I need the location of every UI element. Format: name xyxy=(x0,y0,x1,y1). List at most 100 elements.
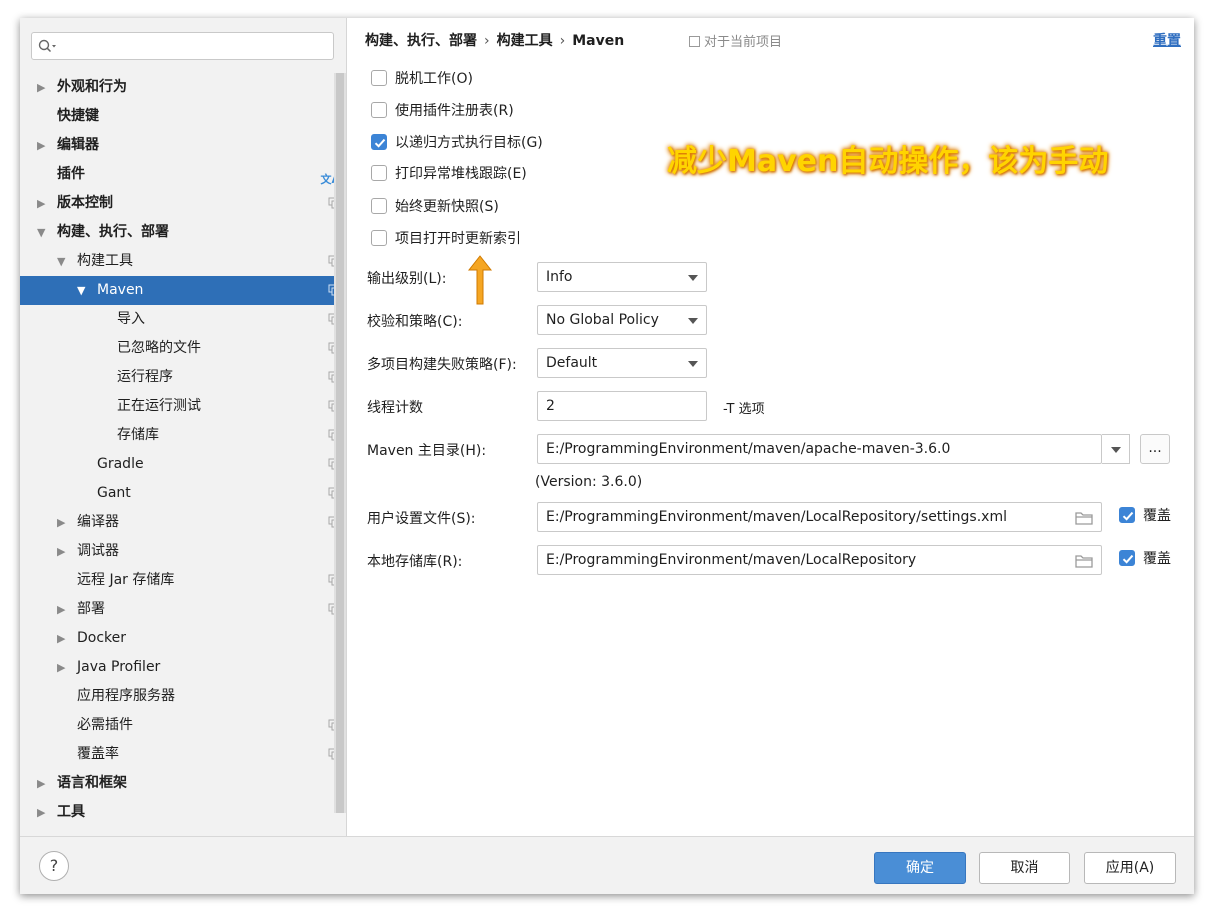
always-update-option[interactable]: 始终更新快照(S) xyxy=(371,196,499,218)
sidebar-item[interactable]: 覆盖率 xyxy=(20,740,340,769)
checksum-policy-select[interactable]: No Global Policy xyxy=(537,305,707,335)
recursive-option[interactable]: 以递归方式执行目标(G) xyxy=(371,132,543,154)
sidebar-item[interactable]: ▶ 外观和行为 xyxy=(20,73,334,102)
local-repo-override-label: 覆盖 xyxy=(1143,551,1171,567)
apply-button[interactable]: 应用(A) xyxy=(1084,852,1176,884)
sidebar-item[interactable]: 运行程序 xyxy=(20,363,340,392)
sidebar-item[interactable]: 已忽略的文件 xyxy=(20,334,340,363)
sidebar-item[interactable]: 快捷键 xyxy=(20,102,334,131)
search-input[interactable] xyxy=(62,36,331,58)
settings-override-option[interactable]: 覆盖 xyxy=(1119,505,1171,527)
thread-count-suffix: -T 选项 xyxy=(723,402,765,417)
local-repo-input[interactable]: E:/ProgrammingEnvironment/maven/LocalRep… xyxy=(537,545,1102,575)
stack-trace-option[interactable]: 打印异常堆栈跟踪(E) xyxy=(371,163,527,185)
offline-option[interactable]: 脱机工作(O) xyxy=(371,68,473,90)
sidebar-item[interactable]: ▶ 编译器 xyxy=(20,508,340,537)
chevron-right-icon[interactable]: ▶ xyxy=(37,189,49,218)
sidebar-item[interactable]: ▶ Java Profiler xyxy=(20,653,334,682)
copy-icon xyxy=(689,36,700,47)
recursive-checkbox[interactable] xyxy=(371,134,387,150)
chevron-right-icon[interactable]: ▶ xyxy=(57,595,69,624)
sidebar-item[interactable]: ▶ Docker xyxy=(20,624,334,653)
scrollbar-thumb[interactable] xyxy=(336,73,344,813)
sidebar-item[interactable]: ▶ 工具 xyxy=(20,798,334,827)
sidebar-item[interactable]: ▶ 部署 xyxy=(20,595,340,624)
project-scope-label: 对于当前项目 xyxy=(704,35,783,50)
sidebar-item-label: Docker xyxy=(77,630,127,646)
sidebar-item[interactable]: ▼ 构建、执行、部署 xyxy=(20,218,334,247)
ok-button[interactable]: 确定 xyxy=(874,852,966,884)
sidebar-item[interactable]: ▼ Maven xyxy=(20,276,340,305)
sidebar-item-label: Java Profiler xyxy=(77,659,161,675)
settings-override-checkbox[interactable] xyxy=(1119,507,1135,523)
sidebar-item-label: 编译器 xyxy=(77,514,119,530)
local-repo-override-checkbox[interactable] xyxy=(1119,550,1135,566)
sidebar-item[interactable]: ▶ 语言和框架 xyxy=(20,769,334,798)
maven-home-browse-button[interactable]: ... xyxy=(1140,434,1170,464)
sidebar-item[interactable]: 存储库 xyxy=(20,421,340,450)
chevron-down-icon[interactable]: ▼ xyxy=(77,276,89,305)
output-level-value: Info xyxy=(546,269,573,285)
check-icon xyxy=(374,138,386,148)
sidebar-item[interactable]: ▼ 构建工具 xyxy=(20,247,340,276)
sidebar-item[interactable]: 插件 文A xyxy=(20,160,340,189)
sidebar-item[interactable]: Gradle xyxy=(20,450,340,479)
chevron-right-icon[interactable]: ▶ xyxy=(57,653,69,682)
check-icon xyxy=(1122,554,1134,564)
output-level-select[interactable]: Info xyxy=(537,262,707,292)
search-box[interactable] xyxy=(31,32,334,60)
sidebar-item-label: 存储库 xyxy=(117,427,159,443)
chevron-down-icon[interactable]: ▼ xyxy=(57,247,69,276)
maven-home-label: Maven 主目录(H): xyxy=(367,443,487,459)
chevron-right-icon[interactable]: ▶ xyxy=(57,537,69,566)
folder-icon[interactable] xyxy=(1075,511,1093,525)
sidebar-item-label: 必需插件 xyxy=(77,717,133,733)
chevron-down-icon[interactable]: ▼ xyxy=(37,218,49,247)
output-level-label: 输出级别(L): xyxy=(367,271,447,287)
failure-policy-label: 多项目构建失败策略(F): xyxy=(367,357,517,373)
help-button[interactable]: ? xyxy=(39,851,69,881)
chevron-right-icon[interactable]: ▶ xyxy=(57,508,69,537)
chevron-right-icon[interactable]: ▶ xyxy=(37,769,49,798)
breadcrumb-item: 构建工具 xyxy=(496,33,553,49)
offline-checkbox[interactable] xyxy=(371,70,387,86)
sidebar-item[interactable]: 必需插件 xyxy=(20,711,340,740)
annotation-arrow-icon xyxy=(467,255,493,305)
stack-trace-checkbox[interactable] xyxy=(371,165,387,181)
thread-count-input[interactable]: 2 xyxy=(537,391,707,421)
plugin-registry-checkbox[interactable] xyxy=(371,102,387,118)
offline-label: 脱机工作(O) xyxy=(395,71,473,87)
always-update-checkbox[interactable] xyxy=(371,198,387,214)
maven-home-input[interactable]: E:/ProgrammingEnvironment/maven/apache-m… xyxy=(537,434,1102,464)
failure-policy-select[interactable]: Default xyxy=(537,348,707,378)
thread-count-label: 线程计数 xyxy=(367,400,423,416)
sidebar-item[interactable]: Gant xyxy=(20,479,340,508)
reset-link[interactable]: 重置 xyxy=(1153,30,1181,50)
sidebar-item[interactable]: 应用程序服务器 xyxy=(20,682,334,711)
sidebar-scrollbar[interactable] xyxy=(334,73,346,813)
folder-icon[interactable] xyxy=(1075,554,1093,568)
settings-file-input[interactable]: E:/ProgrammingEnvironment/maven/LocalRep… xyxy=(537,502,1102,532)
sidebar-item[interactable]: ▶ 编辑器 xyxy=(20,131,334,160)
sidebar-item[interactable]: ▶ 调试器 xyxy=(20,537,334,566)
sidebar-item-label: 快捷键 xyxy=(57,108,99,124)
chevron-right-icon[interactable]: ▶ xyxy=(37,131,49,160)
sidebar-item[interactable]: 正在运行测试 xyxy=(20,392,340,421)
sidebar-item[interactable]: 导入 xyxy=(20,305,340,334)
sidebar-item-label: 构建、执行、部署 xyxy=(57,224,169,240)
chevron-right-icon[interactable]: ▶ xyxy=(37,73,49,102)
sidebar-item[interactable]: 远程 Jar 存储库 xyxy=(20,566,340,595)
plugin-registry-option[interactable]: 使用插件注册表(R) xyxy=(371,100,514,122)
update-index-checkbox[interactable] xyxy=(371,230,387,246)
local-repo-override-option[interactable]: 覆盖 xyxy=(1119,548,1171,570)
sidebar-item-label: 构建工具 xyxy=(77,253,133,269)
chevron-right-icon[interactable]: ▶ xyxy=(57,624,69,653)
sidebar-item-label: 远程 Jar 存储库 xyxy=(77,572,175,588)
maven-home-dropdown[interactable] xyxy=(1102,434,1130,464)
chevron-right-icon[interactable]: ▶ xyxy=(37,798,49,827)
chevron-down-icon xyxy=(688,318,698,324)
sidebar-item[interactable]: ▶ 版本控制 xyxy=(20,189,340,218)
cancel-button[interactable]: 取消 xyxy=(979,852,1070,884)
sidebar-item-label: 覆盖率 xyxy=(77,746,119,762)
update-index-option[interactable]: 项目打开时更新索引 xyxy=(371,228,521,250)
